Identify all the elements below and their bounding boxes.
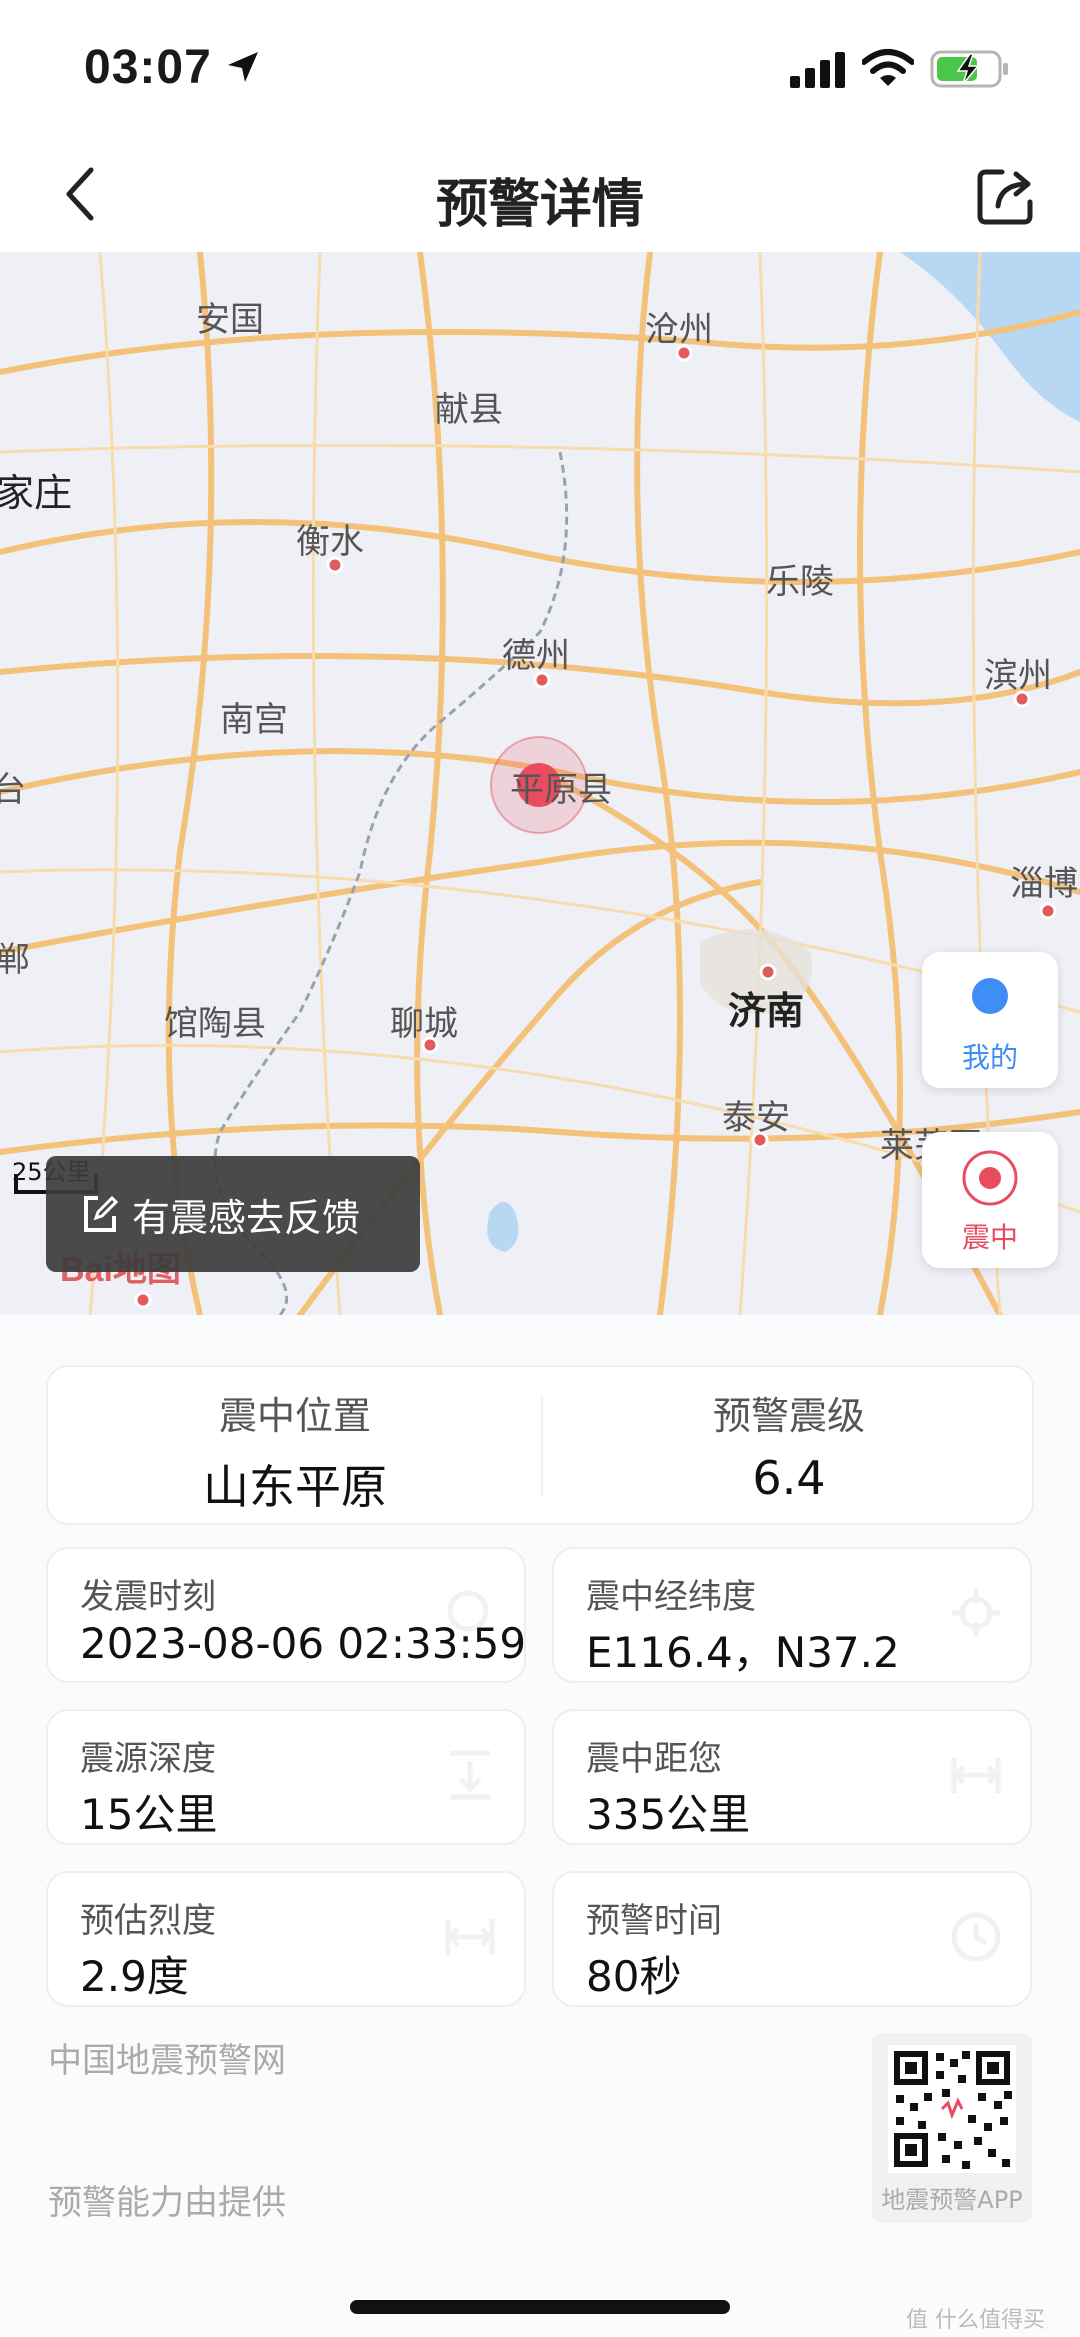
qr-code-card[interactable]: 地震预警APP [872, 2033, 1032, 2223]
map-label-taian: 泰安 [722, 1098, 790, 1138]
watermark: 值 什么值得买 [906, 2308, 1045, 2333]
map-label-han: 郸 [0, 940, 30, 980]
map-label-dezhou: 德州 [502, 636, 570, 676]
cellular-signal-icon [790, 52, 845, 88]
my-location-dot-icon [972, 978, 1008, 1014]
map-label-jinan: 济南 [728, 989, 805, 1033]
map-view[interactable]: 安国 沧州 献县 家庄 衡水 乐陵 德州 滨州 南宫 平原县 台 淄博 郸 济南… [0, 252, 1080, 1315]
page-title: 预警详情 [435, 175, 644, 235]
feedback-button[interactable]: 有震感去反馈 [46, 1156, 420, 1272]
share-button[interactable] [970, 160, 1042, 232]
wifi-icon [862, 49, 914, 86]
magnitude-block: 预警震级 6.4 [542, 1367, 1036, 1527]
qr-code-icon [888, 2045, 1016, 2173]
intensity-value: 2.9度 [80, 1952, 189, 2001]
depth-icon [450, 1750, 490, 1800]
distance-value: 335公里 [586, 1790, 751, 1839]
crosshair-icon [952, 1589, 1000, 1637]
feedback-label: 有震感去反馈 [132, 1195, 361, 1240]
warning-time-card: 预警时间 80秒 [552, 1871, 1032, 2007]
status-bar: 03:07 [0, 0, 1080, 140]
warning-time-value: 80秒 [586, 1952, 682, 2001]
epicenter-button[interactable]: 震中 [922, 1132, 1058, 1268]
edit-icon [84, 1195, 118, 1232]
location-block: 震中位置 山东平原 [48, 1367, 542, 1527]
coords-value: E116.4，N37.2 [586, 1628, 900, 1677]
time-card: 发震时刻 2023-08-06 02:33:59 [46, 1547, 526, 1683]
my-location-label: 我的 [961, 1041, 1018, 1074]
clock-icon [951, 1912, 1001, 1962]
epicenter-label: 震中 [961, 1221, 1018, 1254]
my-location-button[interactable]: 我的 [922, 952, 1058, 1088]
distance-icon [951, 1757, 1001, 1793]
magnitude-label: 预警震级 [712, 1394, 865, 1438]
coords-card: 震中经纬度 E116.4，N37.2 [552, 1547, 1032, 1683]
map-label-leling: 乐陵 [766, 562, 834, 602]
map-label-anguo: 安国 [196, 300, 264, 340]
warning-time-label: 预警时间 [586, 1901, 722, 1941]
status-time: 03:07 [84, 41, 212, 94]
distance-label: 震中距您 [586, 1739, 722, 1779]
depth-card: 震源深度 15公里 [46, 1709, 526, 1845]
time-value: 2023-08-06 02:33:59 [80, 1619, 527, 1668]
summary-card: 震中位置 山东平原 预警震级 6.4 [46, 1365, 1034, 1525]
time-label: 发震时刻 [80, 1577, 216, 1617]
location-arrow-icon [228, 52, 258, 82]
coords-label: 震中经纬度 [586, 1577, 756, 1617]
network-name: 中国地震预警网 [48, 2041, 286, 2081]
map-label-cangzhou: 沧州 [645, 310, 713, 350]
map-label-guantao: 馆陶县 [164, 1004, 266, 1044]
map-label-nangong: 南宫 [220, 700, 288, 740]
intensity-card: 预估烈度 2.9度 [46, 1871, 526, 2007]
map-label-hengshui: 衡水 [296, 522, 364, 562]
epicenter-target-icon [962, 1150, 1018, 1206]
depth-label: 震源深度 [80, 1739, 216, 1779]
qr-caption: 地震预警APP [881, 2186, 1023, 2214]
magnitude-value: 6.4 [752, 1451, 826, 1505]
share-icon [977, 169, 1033, 225]
intensity-icon [445, 1919, 495, 1955]
map-label-binzhou: 滨州 [984, 656, 1052, 696]
depth-value: 15公里 [80, 1790, 218, 1839]
distance-card: 震中距您 335公里 [552, 1709, 1032, 1845]
map-label-tai: 台 [0, 770, 26, 810]
map-label-pingyuan: 平原县 [510, 770, 612, 810]
intensity-label: 预估烈度 [80, 1901, 216, 1941]
map-label-zibo: 淄博 [1010, 864, 1078, 904]
map-label-jiazhuang: 家庄 [0, 471, 73, 515]
detail-sheet: 震中位置 山东平原 预警震级 6.4 发震时刻 2023-08-06 02:33… [0, 1315, 1080, 2337]
map-label-liaocheng: 聊城 [390, 1004, 458, 1044]
nav-bar: 预警详情 [0, 140, 1080, 252]
battery-charging-icon [930, 50, 1008, 88]
home-indicator[interactable] [350, 2300, 730, 2314]
provider-text: 预警能力由提供 [48, 2183, 286, 2223]
map-label-xianxian: 献县 [435, 390, 503, 430]
location-label: 震中位置 [218, 1394, 371, 1438]
location-value: 山东平原 [203, 1460, 387, 1514]
